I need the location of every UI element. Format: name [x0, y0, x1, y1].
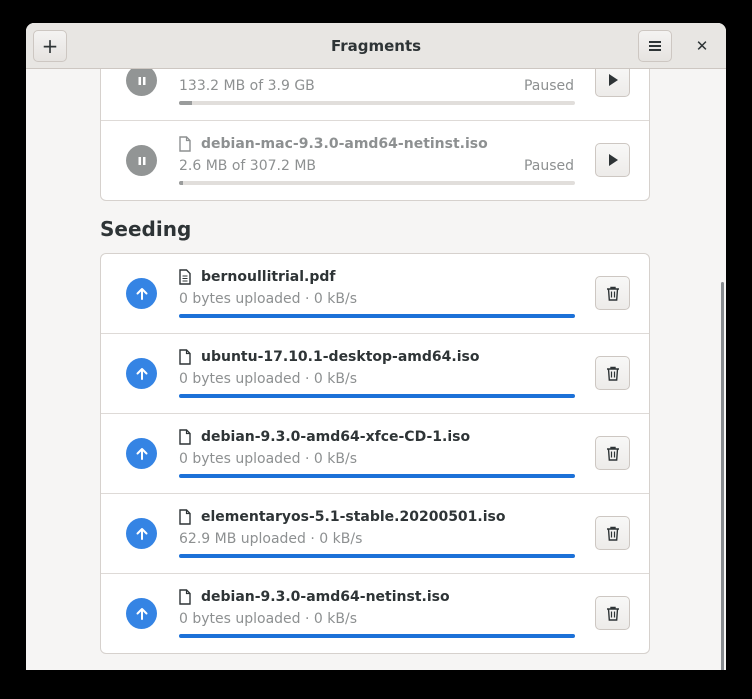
progress-bar [179, 101, 575, 105]
arrow-up-icon [126, 438, 157, 469]
torrent-name: debian-9.3.0-amd64-xfce-CD-1.iso [201, 429, 471, 445]
trash-icon [606, 366, 619, 381]
torrent-row[interactable]: 133.2 MB of 3.9 GB Paused [101, 69, 649, 121]
progress-bar [179, 474, 575, 478]
file-icon [179, 509, 191, 525]
document-icon [179, 269, 191, 285]
file-icon [179, 349, 191, 365]
torrent-list-scroll-area[interactable]: 133.2 MB of 3.9 GB Paused debian-mac-9.3… [26, 69, 726, 670]
resume-button[interactable] [595, 143, 630, 177]
arrow-up-icon [126, 598, 157, 629]
delete-button[interactable] [595, 436, 630, 470]
progress-bar [179, 554, 575, 558]
torrent-progress-text: 133.2 MB of 3.9 GB [179, 78, 315, 94]
header-bar: + Fragments ✕ [26, 23, 726, 69]
progress-bar [179, 394, 575, 398]
window-title: Fragments [330, 37, 422, 55]
delete-button[interactable] [595, 356, 630, 390]
torrent-row[interactable]: debian-9.3.0-amd64-netinst.iso 0 bytes u… [101, 574, 649, 653]
arrow-up-icon [126, 278, 157, 309]
close-button[interactable]: ✕ [686, 30, 718, 62]
file-icon [179, 136, 191, 152]
progress-bar [179, 634, 575, 638]
close-icon: ✕ [695, 37, 709, 55]
arrow-up-icon [126, 358, 157, 389]
pause-icon[interactable] [126, 145, 157, 176]
resume-button[interactable] [595, 69, 630, 97]
play-icon [608, 154, 618, 166]
pause-icon[interactable] [126, 69, 157, 96]
paused-list: 133.2 MB of 3.9 GB Paused debian-mac-9.3… [100, 69, 650, 201]
torrent-row[interactable]: debian-9.3.0-amd64-xfce-CD-1.iso 0 bytes… [101, 414, 649, 494]
hamburger-menu-icon [649, 41, 661, 51]
torrent-status: Paused [523, 158, 574, 174]
main-menu-button[interactable] [638, 30, 672, 62]
torrent-progress-text: 0 bytes uploaded · 0 kB/s [179, 291, 357, 307]
arrow-up-icon [126, 518, 157, 549]
torrent-row[interactable]: elementaryos-5.1-stable.20200501.iso 62.… [101, 494, 649, 574]
seeding-list: bernoullitrial.pdf 0 bytes uploaded · 0 … [100, 253, 650, 654]
trash-icon [606, 526, 619, 541]
torrent-progress-text: 62.9 MB uploaded · 0 kB/s [179, 531, 363, 547]
file-icon [179, 589, 191, 605]
progress-bar [179, 314, 575, 318]
app-window: + Fragments ✕ 133.2 MB of 3.9 GB Paused [26, 23, 726, 670]
delete-button[interactable] [595, 596, 630, 630]
torrent-row[interactable]: ubuntu-17.10.1-desktop-amd64.iso 0 bytes… [101, 334, 649, 414]
vertical-scrollbar[interactable] [721, 282, 724, 670]
trash-icon [606, 606, 619, 621]
torrent-name: ubuntu-17.10.1-desktop-amd64.iso [201, 349, 480, 365]
torrent-name: debian-9.3.0-amd64-netinst.iso [201, 589, 450, 605]
torrent-row[interactable]: bernoullitrial.pdf 0 bytes uploaded · 0 … [101, 254, 649, 334]
file-icon [179, 429, 191, 445]
seeding-section-title: Seeding [100, 217, 192, 241]
torrent-row[interactable]: debian-mac-9.3.0-amd64-netinst.iso 2.6 M… [101, 121, 649, 200]
torrent-progress-text: 0 bytes uploaded · 0 kB/s [179, 451, 357, 467]
torrent-name: bernoullitrial.pdf [201, 269, 336, 285]
torrent-name: elementaryos-5.1-stable.20200501.iso [201, 509, 506, 525]
progress-bar [179, 181, 575, 185]
torrent-progress-text: 2.6 MB of 307.2 MB [179, 158, 317, 174]
delete-button[interactable] [595, 516, 630, 550]
trash-icon [606, 446, 619, 461]
torrent-status: Paused [523, 78, 574, 94]
delete-button[interactable] [595, 276, 630, 310]
trash-icon [606, 286, 619, 301]
torrent-progress-text: 0 bytes uploaded · 0 kB/s [179, 371, 357, 387]
torrent-progress-text: 0 bytes uploaded · 0 kB/s [179, 611, 357, 627]
torrent-name: debian-mac-9.3.0-amd64-netinst.iso [201, 136, 488, 152]
play-icon [608, 74, 618, 86]
